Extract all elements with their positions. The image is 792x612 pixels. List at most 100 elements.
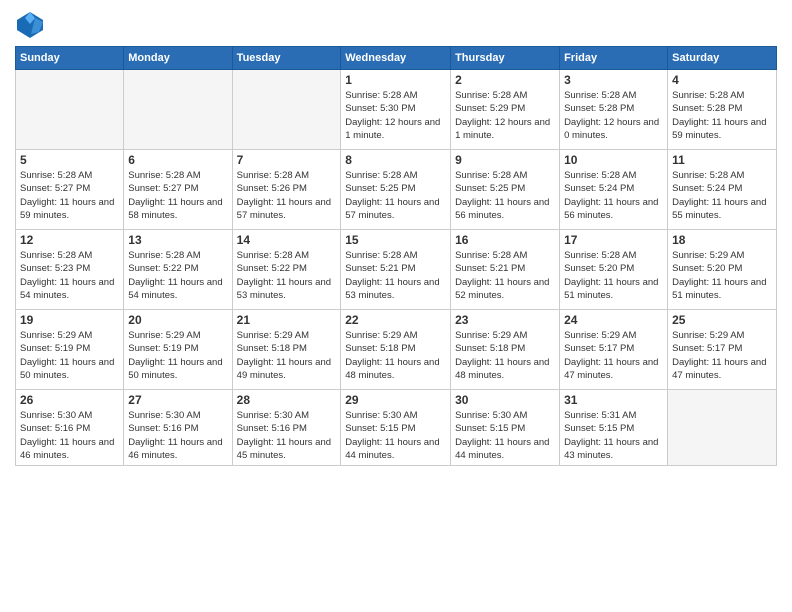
day-number: 28 <box>237 393 337 407</box>
calendar-cell: 5Sunrise: 5:28 AM Sunset: 5:27 PM Daylig… <box>16 150 124 230</box>
calendar-cell: 16 Sunrise: 5:28 AM Sunset: 5:21 PM Dayli… <box>451 230 560 310</box>
day-number: 20 <box>128 313 227 327</box>
day-info: Sunrise: 5:28 AM Sunset: 5:21 PM Dayligh… <box>455 249 555 302</box>
day-number: 22 <box>345 313 446 327</box>
calendar-cell: 17 Sunrise: 5:28 AM Sunset: 5:20 PM Dayli… <box>560 230 668 310</box>
day-info: Sunrise: 5:28 AM Sunset: 5:28 PM Dayligh… <box>672 89 772 142</box>
day-number: 19 <box>20 313 119 327</box>
day-number: 31 <box>564 393 663 407</box>
day-number: 30 <box>455 393 555 407</box>
day-info: Sunrise: 5:28 AM Sunset: 5:21 PM Dayligh… <box>345 249 446 302</box>
day-info: Sunrise: 5:28 AM Sunset: 5:24 PM Dayligh… <box>672 169 772 222</box>
calendar-cell: 30 Sunrise: 5:30 AM Sunset: 5:15 PM Dayli… <box>451 390 560 466</box>
day-number: 21 <box>237 313 337 327</box>
day-number: 10 <box>564 153 663 167</box>
calendar-cell: 8 Sunrise: 5:28 AM Sunset: 5:25 PM Daylig… <box>341 150 451 230</box>
day-info: Sunrise: 5:31 AM Sunset: 5:15 PM Dayligh… <box>564 409 663 462</box>
calendar-cell: 10 Sunrise: 5:28 AM Sunset: 5:24 PM Dayli… <box>560 150 668 230</box>
day-number: 11 <box>672 153 772 167</box>
week-row-3: 12Sunrise: 5:28 AM Sunset: 5:23 PM Dayli… <box>16 230 777 310</box>
calendar-cell: 12Sunrise: 5:28 AM Sunset: 5:23 PM Dayli… <box>16 230 124 310</box>
weekday-header-row: SundayMondayTuesdayWednesdayThursdayFrid… <box>16 47 777 70</box>
calendar-cell <box>232 70 341 150</box>
day-number: 17 <box>564 233 663 247</box>
calendar-cell: 11 Sunrise: 5:28 AM Sunset: 5:24 PM Dayli… <box>668 150 777 230</box>
day-info: Sunrise: 5:30 AM Sunset: 5:15 PM Dayligh… <box>455 409 555 462</box>
day-number: 1 <box>345 73 446 87</box>
day-number: 15 <box>345 233 446 247</box>
page: SundayMondayTuesdayWednesdayThursdayFrid… <box>0 0 792 612</box>
day-number: 8 <box>345 153 446 167</box>
day-number: 27 <box>128 393 227 407</box>
calendar-cell: 20 Sunrise: 5:29 AM Sunset: 5:19 PM Dayli… <box>124 310 232 390</box>
calendar-cell: 6 Sunrise: 5:28 AM Sunset: 5:27 PM Daylig… <box>124 150 232 230</box>
calendar-cell: 9Sunrise: 5:28 AM Sunset: 5:25 PM Daylig… <box>451 150 560 230</box>
calendar-cell: 25Sunrise: 5:29 AM Sunset: 5:17 PM Dayli… <box>668 310 777 390</box>
logo <box>15 10 49 40</box>
calendar-cell: 31 Sunrise: 5:31 AM Sunset: 5:15 PM Dayli… <box>560 390 668 466</box>
day-number: 2 <box>455 73 555 87</box>
day-info: Sunrise: 5:28 AM Sunset: 5:30 PM Dayligh… <box>345 89 446 142</box>
weekday-header-thursday: Thursday <box>451 47 560 70</box>
calendar-cell: 28 Sunrise: 5:30 AM Sunset: 5:16 PM Dayli… <box>232 390 341 466</box>
calendar-cell: 22 Sunrise: 5:29 AM Sunset: 5:18 PM Dayli… <box>341 310 451 390</box>
day-info: Sunrise: 5:29 AM Sunset: 5:17 PM Dayligh… <box>564 329 663 382</box>
calendar-cell <box>668 390 777 466</box>
week-row-4: 19 Sunrise: 5:29 AM Sunset: 5:19 PM Dayli… <box>16 310 777 390</box>
day-info: Sunrise: 5:28 AM Sunset: 5:24 PM Dayligh… <box>564 169 663 222</box>
day-info: Sunrise: 5:30 AM Sunset: 5:16 PM Dayligh… <box>128 409 227 462</box>
weekday-header-wednesday: Wednesday <box>341 47 451 70</box>
day-number: 24 <box>564 313 663 327</box>
day-info: Sunrise: 5:28 AM Sunset: 5:29 PM Dayligh… <box>455 89 555 142</box>
calendar-cell: 26 Sunrise: 5:30 AM Sunset: 5:16 PM Dayli… <box>16 390 124 466</box>
weekday-header-tuesday: Tuesday <box>232 47 341 70</box>
week-row-1: 1 Sunrise: 5:28 AM Sunset: 5:30 PM Daylig… <box>16 70 777 150</box>
calendar-cell: 15 Sunrise: 5:28 AM Sunset: 5:21 PM Dayli… <box>341 230 451 310</box>
day-info: Sunrise: 5:30 AM Sunset: 5:16 PM Dayligh… <box>20 409 119 462</box>
day-info: Sunrise: 5:28 AM Sunset: 5:26 PM Dayligh… <box>237 169 337 222</box>
header <box>15 10 777 40</box>
day-info: Sunrise: 5:29 AM Sunset: 5:19 PM Dayligh… <box>128 329 227 382</box>
day-info: Sunrise: 5:30 AM Sunset: 5:15 PM Dayligh… <box>345 409 446 462</box>
day-number: 13 <box>128 233 227 247</box>
calendar-cell: 7Sunrise: 5:28 AM Sunset: 5:26 PM Daylig… <box>232 150 341 230</box>
day-info: Sunrise: 5:28 AM Sunset: 5:25 PM Dayligh… <box>345 169 446 222</box>
calendar-cell: 23 Sunrise: 5:29 AM Sunset: 5:18 PM Dayli… <box>451 310 560 390</box>
week-row-2: 5 Sunrise: 5:28 AM Sunset: 5:27 PM Daylig… <box>16 150 777 230</box>
day-info: Sunrise: 5:29 AM Sunset: 5:20 PM Dayligh… <box>672 249 772 302</box>
calendar-cell: 24 Sunrise: 5:29 AM Sunset: 5:17 PM Dayli… <box>560 310 668 390</box>
calendar-cell: 14 Sunrise: 5:28 AM Sunset: 5:22 PM Dayli… <box>232 230 341 310</box>
day-info: Sunrise: 5:28 AM Sunset: 5:28 PM Dayligh… <box>564 89 663 142</box>
calendar-cell: 18Sunrise: 5:29 AM Sunset: 5:20 PM Dayli… <box>668 230 777 310</box>
day-number: 12 <box>20 233 119 247</box>
day-info: Sunrise: 5:29 AM Sunset: 5:18 PM Dayligh… <box>455 329 555 382</box>
day-number: 25 <box>672 313 772 327</box>
calendar-cell <box>124 70 232 150</box>
day-info: Sunrise: 5:30 AM Sunset: 5:16 PM Dayligh… <box>237 409 337 462</box>
day-number: 6 <box>128 153 227 167</box>
logo-icon <box>15 10 45 40</box>
weekday-header-monday: Monday <box>124 47 232 70</box>
day-number: 3 <box>564 73 663 87</box>
day-number: 23 <box>455 313 555 327</box>
day-number: 14 <box>237 233 337 247</box>
calendar-cell <box>16 70 124 150</box>
weekday-header-saturday: Saturday <box>668 47 777 70</box>
calendar-cell: 3 Sunrise: 5:28 AM Sunset: 5:28 PM Daylig… <box>560 70 668 150</box>
week-row-5: 26 Sunrise: 5:30 AM Sunset: 5:16 PM Dayli… <box>16 390 777 466</box>
day-info: Sunrise: 5:28 AM Sunset: 5:25 PM Dayligh… <box>455 169 555 222</box>
day-number: 4 <box>672 73 772 87</box>
day-info: Sunrise: 5:29 AM Sunset: 5:18 PM Dayligh… <box>345 329 446 382</box>
calendar-cell: 13 Sunrise: 5:28 AM Sunset: 5:22 PM Dayli… <box>124 230 232 310</box>
calendar: SundayMondayTuesdayWednesdayThursdayFrid… <box>15 46 777 466</box>
day-info: Sunrise: 5:29 AM Sunset: 5:19 PM Dayligh… <box>20 329 119 382</box>
day-number: 26 <box>20 393 119 407</box>
calendar-cell: 21Sunrise: 5:29 AM Sunset: 5:18 PM Dayli… <box>232 310 341 390</box>
day-number: 5 <box>20 153 119 167</box>
day-number: 16 <box>455 233 555 247</box>
day-info: Sunrise: 5:28 AM Sunset: 5:27 PM Dayligh… <box>128 169 227 222</box>
day-info: Sunrise: 5:28 AM Sunset: 5:20 PM Dayligh… <box>564 249 663 302</box>
calendar-cell: 1 Sunrise: 5:28 AM Sunset: 5:30 PM Daylig… <box>341 70 451 150</box>
day-info: Sunrise: 5:28 AM Sunset: 5:22 PM Dayligh… <box>128 249 227 302</box>
day-info: Sunrise: 5:28 AM Sunset: 5:22 PM Dayligh… <box>237 249 337 302</box>
